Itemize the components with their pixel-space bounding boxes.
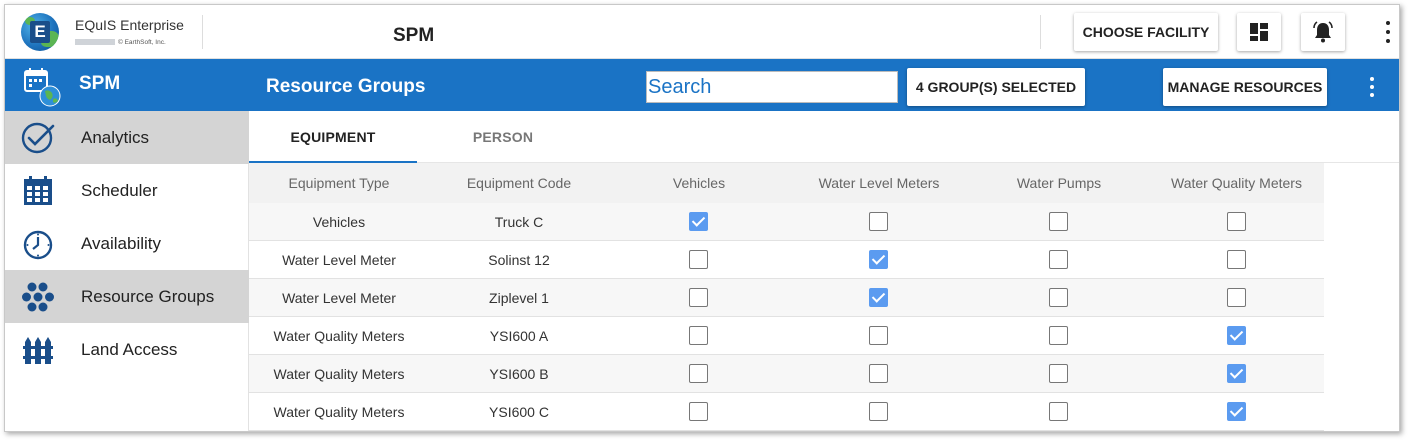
dashboard-icon bbox=[1250, 23, 1268, 41]
clock-icon bbox=[23, 230, 53, 260]
app-copyright: © EarthSoft, Inc. bbox=[75, 39, 166, 46]
module-label: SPM bbox=[79, 73, 121, 94]
bell-icon bbox=[1313, 21, 1333, 43]
equipment-code-cell: YSI600 A bbox=[489, 328, 549, 344]
water-quality-meters-checkbox[interactable] bbox=[1227, 288, 1246, 307]
water-pumps-checkbox[interactable] bbox=[1049, 402, 1068, 421]
table-row[interactable]: Vehicles Truck C bbox=[249, 203, 1324, 241]
table-row[interactable]: Water Quality Meters YSI600 B bbox=[249, 355, 1324, 393]
more-options-icon[interactable] bbox=[1367, 77, 1377, 97]
app-name: EQuIS Enterprise bbox=[75, 17, 184, 33]
equipment-type-cell: Water Quality Meters bbox=[273, 404, 405, 420]
vehicles-checkbox[interactable] bbox=[689, 326, 708, 345]
notifications-button[interactable] bbox=[1301, 13, 1345, 51]
column-header[interactable]: Equipment Code bbox=[429, 163, 609, 203]
top-bar: E EQuIS Enterprise © EarthSoft, Inc. SPM… bbox=[5, 5, 1399, 59]
vehicles-checkbox[interactable] bbox=[689, 402, 708, 421]
tab-person[interactable]: PERSON bbox=[419, 111, 587, 163]
equipment-code-cell: YSI600 B bbox=[489, 366, 549, 382]
sidebar-item-label: Land Access bbox=[81, 339, 178, 359]
water-level-meters-checkbox[interactable] bbox=[869, 212, 888, 231]
tab-equipment[interactable]: EQUIPMENT bbox=[249, 111, 417, 163]
sidebar-item-label: Resource Groups bbox=[81, 286, 215, 306]
page-title: SPM bbox=[393, 25, 435, 46]
water-pumps-checkbox[interactable] bbox=[1049, 250, 1068, 269]
column-header[interactable]: Water Quality Meters bbox=[1149, 163, 1324, 203]
sidebar-item-availability[interactable]: Availability bbox=[5, 217, 249, 270]
water-level-meters-checkbox[interactable] bbox=[869, 326, 888, 345]
vehicles-checkbox[interactable] bbox=[689, 364, 708, 383]
sidebar-item-label: Scheduler bbox=[81, 180, 158, 200]
logo-letter: E bbox=[30, 21, 50, 43]
analytics-check-icon bbox=[21, 122, 55, 154]
fence-icon bbox=[23, 337, 53, 364]
calendar-globe-icon bbox=[24, 68, 61, 107]
hexagon-cluster-icon bbox=[22, 282, 54, 312]
water-quality-meters-checkbox[interactable] bbox=[1227, 250, 1246, 269]
groups-selected-button[interactable]: 4 GROUP(S) SELECTED bbox=[907, 68, 1085, 106]
module-header: SPM bbox=[5, 59, 249, 111]
vehicles-checkbox[interactable] bbox=[689, 212, 708, 231]
sidebar-item-land-access[interactable]: Land Access bbox=[5, 323, 249, 376]
app-window: E EQuIS Enterprise © EarthSoft, Inc. SPM… bbox=[4, 4, 1400, 432]
more-options-icon[interactable] bbox=[1383, 21, 1393, 43]
divider bbox=[1040, 15, 1041, 49]
equipment-type-cell: Water Quality Meters bbox=[273, 328, 405, 344]
water-level-meters-checkbox[interactable] bbox=[869, 288, 888, 307]
column-header[interactable]: Vehicles bbox=[609, 163, 789, 203]
water-level-meters-checkbox[interactable] bbox=[869, 250, 888, 269]
sidebar-item-scheduler[interactable]: Scheduler bbox=[5, 164, 249, 217]
water-quality-meters-checkbox[interactable] bbox=[1227, 402, 1246, 421]
calendar-icon bbox=[24, 176, 52, 205]
water-pumps-checkbox[interactable] bbox=[1049, 212, 1068, 231]
equis-logo-icon[interactable]: E bbox=[21, 13, 59, 51]
sidebar-item-label: Availability bbox=[81, 233, 162, 253]
dashboard-button[interactable] bbox=[1237, 13, 1281, 51]
column-header[interactable]: Equipment Type bbox=[249, 163, 429, 203]
water-quality-meters-checkbox[interactable] bbox=[1227, 212, 1246, 231]
section-title: Resource Groups bbox=[266, 76, 426, 97]
equipment-code-cell: Solinst 12 bbox=[488, 252, 550, 268]
sidebar: Analytics Scheduler Availability Resourc… bbox=[5, 111, 249, 431]
table-header: Equipment Type Equipment Code Vehicles W… bbox=[249, 163, 1324, 203]
search-input[interactable] bbox=[646, 71, 898, 103]
water-pumps-checkbox[interactable] bbox=[1049, 364, 1068, 383]
table-row[interactable]: Water Quality Meters YSI600 A bbox=[249, 317, 1324, 355]
vehicles-checkbox[interactable] bbox=[689, 250, 708, 269]
equipment-type-cell: Vehicles bbox=[312, 214, 366, 230]
manage-resources-button[interactable]: MANAGE RESOURCES bbox=[1163, 68, 1327, 106]
water-level-meters-checkbox[interactable] bbox=[869, 402, 888, 421]
water-pumps-checkbox[interactable] bbox=[1049, 288, 1068, 307]
table-row[interactable]: Water Level Meter Solinst 12 bbox=[249, 241, 1324, 279]
equipment-type-cell: Water Level Meter bbox=[282, 290, 396, 306]
module-bar: SPM Resource Groups 4 GROUP(S) SELECTED … bbox=[5, 59, 1399, 111]
sidebar-item-analytics[interactable]: Analytics bbox=[5, 111, 249, 164]
equipment-type-cell: Water Quality Meters bbox=[273, 366, 405, 382]
vehicles-checkbox[interactable] bbox=[689, 288, 708, 307]
water-quality-meters-checkbox[interactable] bbox=[1227, 326, 1246, 345]
equipment-code-cell: YSI600 C bbox=[489, 404, 549, 420]
sidebar-item-resource-groups[interactable]: Resource Groups bbox=[5, 270, 249, 323]
column-header[interactable]: Water Pumps bbox=[969, 163, 1149, 203]
column-header[interactable]: Water Level Meters bbox=[789, 163, 969, 203]
sidebar-item-label: Analytics bbox=[81, 127, 150, 147]
equipment-code-cell: Truck C bbox=[494, 214, 544, 230]
table-row[interactable]: Water Quality Meters YSI600 C bbox=[249, 393, 1324, 431]
table-row[interactable]: Water Level Meter Ziplevel 1 bbox=[249, 279, 1324, 317]
tab-bar: EQUIPMENT PERSON bbox=[249, 111, 1399, 163]
equipment-code-cell: Ziplevel 1 bbox=[489, 290, 549, 306]
water-quality-meters-checkbox[interactable] bbox=[1227, 364, 1246, 383]
water-pumps-checkbox[interactable] bbox=[1049, 326, 1068, 345]
water-level-meters-checkbox[interactable] bbox=[869, 364, 888, 383]
choose-facility-button[interactable]: CHOOSE FACILITY bbox=[1074, 13, 1218, 51]
divider bbox=[202, 15, 203, 49]
equipment-type-cell: Water Level Meter bbox=[282, 252, 396, 268]
